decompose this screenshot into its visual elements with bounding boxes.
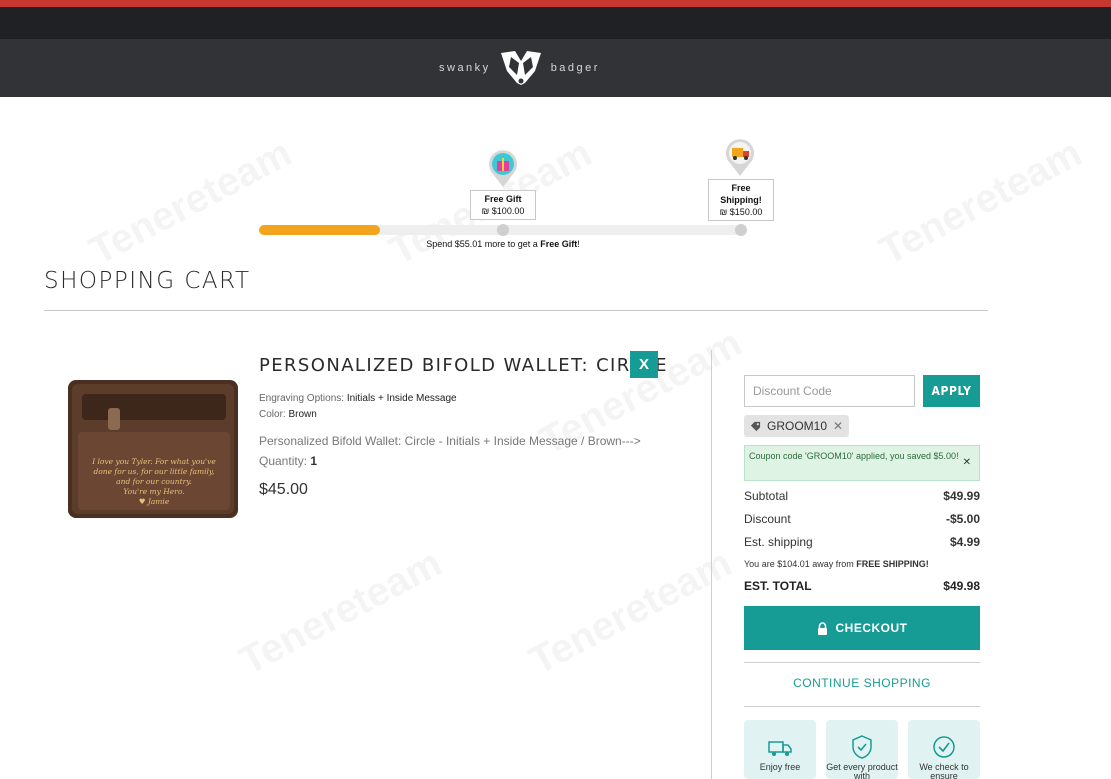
feature-card: We check to ensure [908, 720, 980, 779]
milestone-dot [497, 224, 509, 236]
away-prefix: You are $104.01 away from [744, 559, 857, 569]
top-utility-bar [0, 7, 1111, 39]
feature-label: Enjoy free [759, 762, 801, 772]
shield-check-icon [852, 735, 872, 759]
remove-item-button[interactable]: X [630, 351, 658, 378]
engraving-option: Engraving Options: Initials + Inside Mes… [259, 393, 457, 404]
spend-suffix: ! [577, 239, 580, 249]
reward-progress: Free Gift ₪ $100.00 Free Shipping! ₪ $15… [0, 97, 1111, 267]
quantity-label: Quantity: [259, 454, 311, 468]
shipping-label: Est. shipping [744, 535, 813, 549]
applied-coupon-chip: GROOM10 ✕ [744, 415, 850, 437]
feature-card: Enjoy free [744, 720, 816, 779]
remove-coupon-icon[interactable]: ✕ [833, 419, 843, 433]
quantity: Quantity: 1 [259, 454, 317, 468]
title-divider [44, 310, 988, 311]
feature-card: Get every product with [826, 720, 898, 779]
coupon-success-message: Coupon code 'GROOM10' applied, you saved… [744, 445, 980, 481]
color-option: Color: Brown [259, 409, 317, 420]
summary-divider [744, 706, 980, 707]
quantity-value: 1 [310, 454, 318, 468]
engraving-line: done for us, for our little family, [93, 467, 214, 476]
checkout-button[interactable]: CHECKOUT [744, 606, 980, 650]
tag-icon [750, 421, 761, 431]
discount-row: Discount -$5.00 [744, 512, 980, 526]
spend-bold: Free Gift [540, 239, 578, 249]
shipping-row: Est. shipping $4.99 [744, 535, 980, 549]
top-accent-bar [0, 0, 1111, 7]
milestone-price: ₪ $150.00 [719, 207, 763, 217]
lock-icon [817, 621, 827, 635]
shipping-value: $4.99 [949, 535, 980, 549]
feature-label: Get every product with [826, 762, 898, 779]
truck-icon [726, 139, 754, 176]
engraving-line: ♥ Jamie [139, 497, 170, 506]
continue-shopping-link[interactable]: CONTINUE SHOPPING [744, 676, 980, 690]
engraving-line: and for our country. [116, 477, 192, 486]
close-icon[interactable]: ✕ [963, 456, 971, 469]
watermark: Tenereteam [232, 541, 449, 685]
total-value: $49.98 [943, 579, 980, 593]
milestone-price: ₪ $100.00 [481, 206, 525, 216]
milestone-title: Free Gift [484, 194, 522, 204]
item-price: $45.00 [259, 481, 308, 498]
free-shipping-note: You are $104.01 away from FREE SHIPPING! [744, 559, 929, 569]
milestone-dot [735, 224, 747, 236]
gift-icon [489, 150, 517, 187]
coupon-message-text: Coupon code 'GROOM10' applied, you saved… [749, 451, 959, 461]
badge-check-icon [933, 736, 955, 758]
option-label: Engraving Options: [259, 393, 347, 404]
spend-message: Spend $55.01 more to get a Free Gift! [0, 239, 1006, 249]
site-logo[interactable]: swanky badger [439, 49, 600, 87]
logo-text-left: swanky [439, 62, 491, 74]
site-header: swanky badger [0, 39, 1111, 97]
coupon-code: GROOM10 [767, 419, 828, 433]
product-image[interactable]: I love you Tyler. For what you've done f… [68, 380, 238, 518]
milestone-free-shipping: Free Shipping! ₪ $150.00 [708, 179, 774, 221]
discount-value: -$5.00 [945, 512, 980, 526]
discount-code-input[interactable] [744, 375, 915, 407]
page-title: SHOPPING CART [44, 268, 251, 294]
progress-fill [259, 225, 380, 235]
subtotal-label: Subtotal [744, 489, 789, 503]
engraving-line: You're my Hero. [123, 487, 184, 496]
summary-divider [744, 662, 980, 663]
logo-text-right: badger [550, 62, 600, 74]
column-divider [711, 350, 712, 779]
variant-description: Personalized Bifold Wallet: Circle - Ini… [259, 434, 641, 448]
milestone-free-gift: Free Gift ₪ $100.00 [470, 190, 536, 220]
total-label: EST. TOTAL [744, 579, 812, 593]
free-shipping-icon [768, 741, 792, 756]
spend-prefix: Spend $55.01 more to get a [426, 239, 541, 249]
option-value: Brown [288, 409, 317, 420]
option-value: Initials + Inside Message [346, 393, 457, 404]
checkout-label: CHECKOUT [835, 621, 908, 635]
milestone-title: Free Shipping! [720, 183, 762, 205]
away-bold: FREE SHIPPING! [856, 559, 929, 569]
watermark: Tenereteam [522, 541, 739, 685]
total-row: EST. TOTAL $49.98 [744, 579, 980, 593]
option-label: Color: [259, 409, 289, 420]
badger-logo-icon [500, 51, 541, 85]
engraving-line: I love you Tyler. For what you've [91, 457, 216, 466]
product-name[interactable]: PERSONALIZED BIFOLD WALLET: CIRCLE [259, 355, 668, 376]
discount-label: Discount [744, 512, 791, 526]
apply-discount-button[interactable]: APPLY [923, 375, 980, 407]
subtotal-row: Subtotal $49.99 [744, 489, 980, 503]
subtotal-value: $49.99 [943, 489, 980, 503]
feature-label: We check to ensure [919, 762, 969, 779]
